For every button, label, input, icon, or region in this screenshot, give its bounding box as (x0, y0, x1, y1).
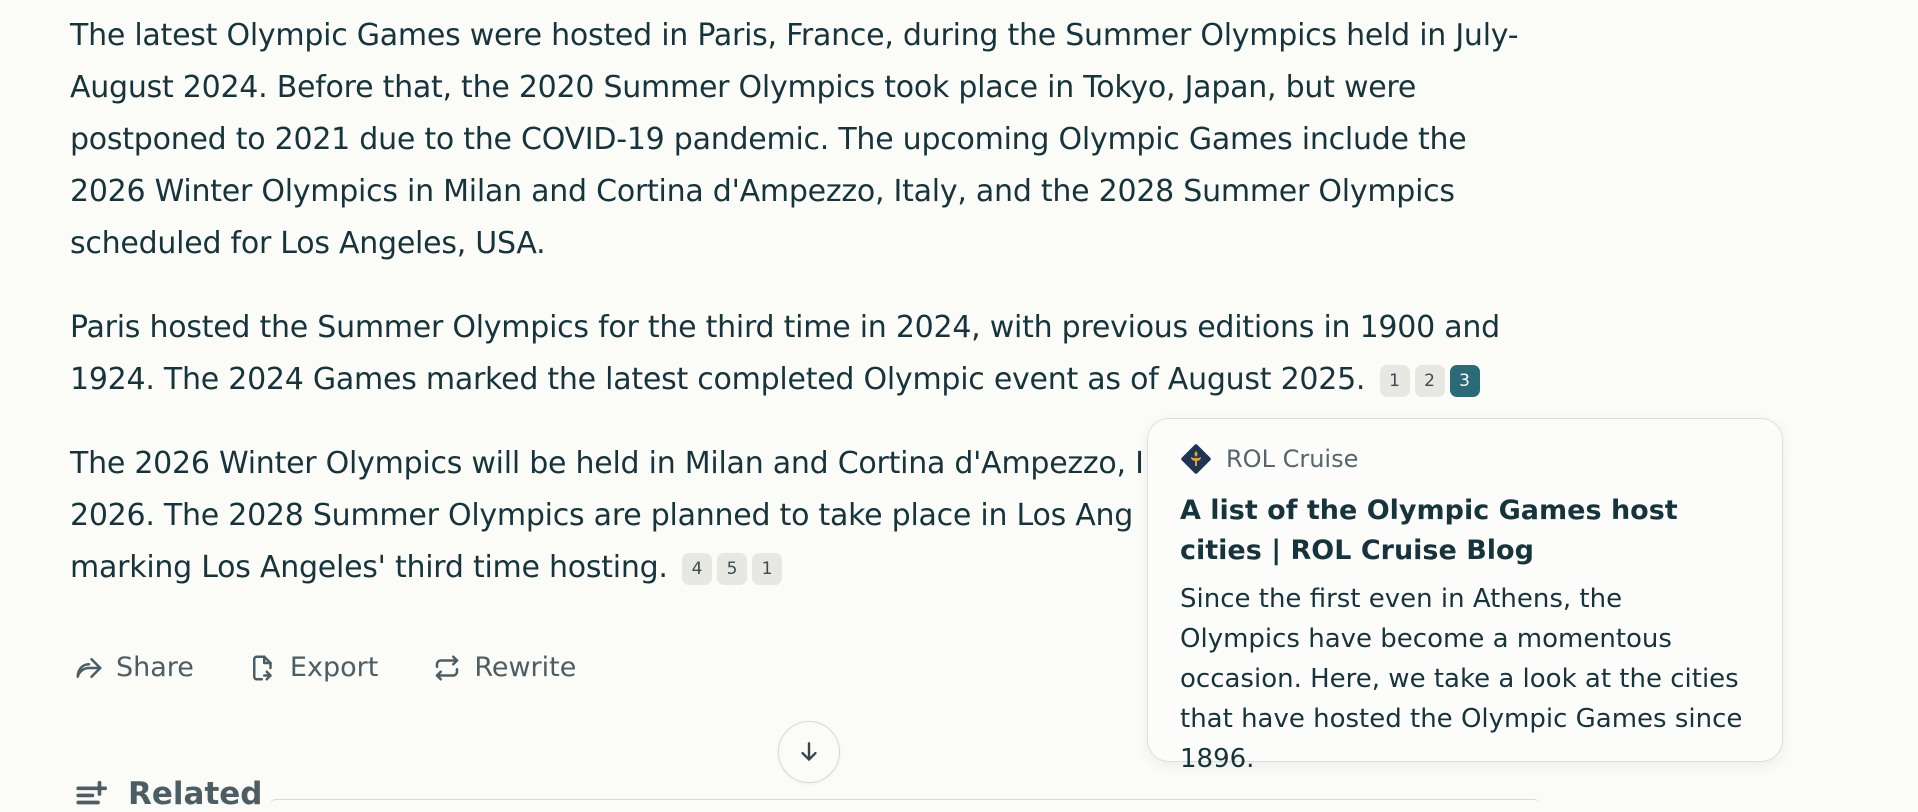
scroll-down-button[interactable] (778, 721, 840, 783)
related-list-icon (76, 780, 108, 805)
citation-badge[interactable]: 1 (1379, 365, 1410, 397)
share-icon (76, 657, 102, 678)
related-heading: Related (74, 776, 262, 812)
share-label: Share (116, 652, 194, 683)
paragraph-text: Paris hosted the Summer Olympics for the… (70, 310, 1500, 397)
citation-badge[interactable]: 2 (1414, 365, 1445, 397)
answer-actions: Share Export Rewrite (74, 652, 630, 683)
export-label: Export (289, 652, 379, 683)
citation-badge[interactable]: 1 (752, 553, 782, 585)
answer-paragraph-1: The latest Olympic Games were hosted in … (70, 10, 1550, 270)
popover-source: ROL Cruise (1180, 441, 1750, 477)
rewrite-label: Rewrite (474, 652, 577, 683)
share-button[interactable]: Share (74, 652, 194, 683)
rewrite-icon (436, 655, 459, 680)
paragraph-text-line-3: marking Los Angeles' third time hosting. (70, 550, 668, 585)
popover-description: Since the first even in Athens, the Olym… (1180, 584, 1743, 774)
paragraph-text-line-2: 2026. The 2028 Summer Olympics are plann… (70, 498, 1134, 533)
related-title: Related (128, 776, 263, 812)
citation-badge[interactable]: 4 (682, 553, 712, 585)
popover-title[interactable]: A list of the Olympic Games host cities … (1180, 491, 1750, 571)
rewrite-button[interactable]: Rewrite (432, 652, 576, 683)
answer-paragraph-2: Paris hosted the Summer Olympics for the… (70, 302, 1550, 406)
paragraph-text: The latest Olympic Games were hosted in … (70, 18, 1519, 261)
citation-badge[interactable]: 5 (717, 553, 747, 585)
citation-badge-active[interactable]: 3 (1449, 365, 1480, 397)
citation-popover[interactable]: ROL Cruise A list of the Olympic Games h… (1147, 418, 1783, 774)
rol-cruise-logo-icon (1181, 444, 1211, 474)
export-button[interactable]: Export (248, 652, 378, 683)
input-box-edge (270, 799, 1540, 805)
popover-source-name: ROL Cruise (1226, 445, 1359, 473)
paragraph-text-line-1: The 2026 Winter Olympics will be held in… (70, 446, 1144, 481)
arrow-down-icon (801, 742, 817, 761)
export-icon (252, 655, 272, 680)
